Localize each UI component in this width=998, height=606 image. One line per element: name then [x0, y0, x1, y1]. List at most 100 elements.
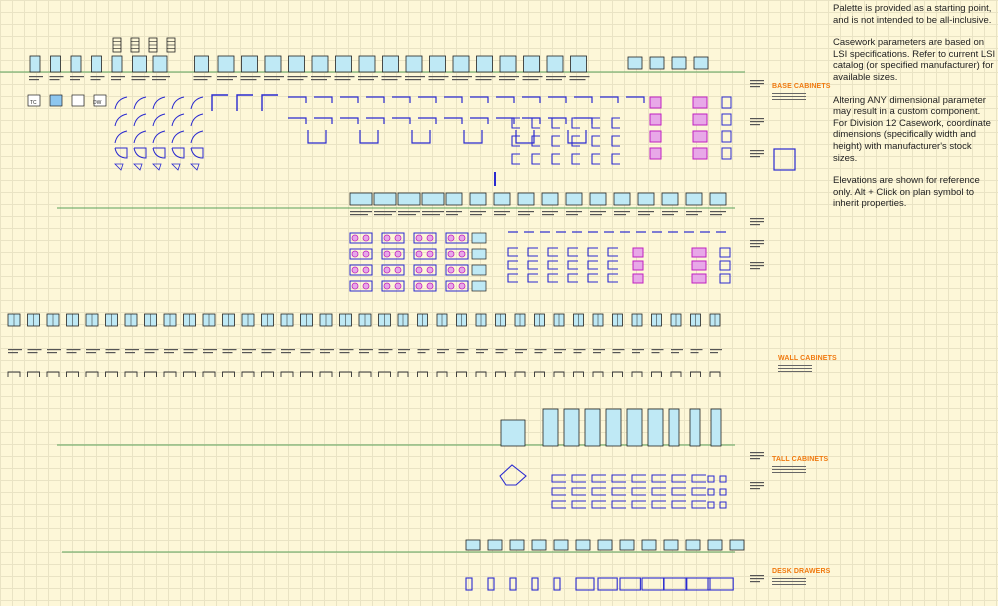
drawer-symbol	[691, 260, 707, 271]
label-text-line	[452, 76, 472, 78]
base-cabinet-elevation	[445, 192, 463, 206]
wall-cabinets-symbols[interactable]	[7, 313, 722, 377]
corner-cabinet-plan	[152, 130, 166, 144]
base-cabinets-plan-symbols[interactable]: TC DW	[27, 80, 796, 171]
note-lsi-specifications: Casework parameters are based on LSI spe…	[833, 37, 996, 83]
base-cabinet-plan	[522, 96, 541, 103]
drawer-cabinet-plan	[611, 135, 620, 147]
label-text-line	[750, 83, 764, 85]
wall-cabinet-plan	[144, 371, 157, 377]
label-text-line	[456, 349, 469, 351]
label-text-line	[518, 214, 530, 216]
label-text-line	[398, 211, 420, 213]
desk-drawers-symbols[interactable]	[465, 539, 764, 591]
drawer-cabinet-plan	[547, 247, 558, 257]
tall-cabinet-plan	[611, 487, 626, 496]
desk-drawers-label[interactable]: DESK DRAWERS	[772, 568, 830, 575]
label-text-line	[164, 349, 178, 351]
label-text-line	[475, 76, 496, 78]
label-text-line	[590, 211, 606, 213]
label-text-line	[152, 79, 166, 81]
label-text-line	[750, 488, 760, 490]
label-text-line	[111, 76, 125, 78]
tall-cabinet-plan	[591, 487, 606, 496]
tall-cabinet-elevation	[689, 408, 701, 447]
base-cabinet-plan	[719, 260, 731, 271]
label-text-line	[49, 79, 60, 81]
label-text-line	[710, 352, 718, 354]
base-cabinets-elevation-row-2[interactable]	[349, 172, 727, 216]
corner-cabinet-plan	[114, 96, 128, 110]
wall-cabinet-plan	[690, 371, 701, 377]
drawer-cabinet-plan	[571, 153, 580, 165]
label-text-line	[193, 79, 208, 81]
label-text-line	[29, 79, 39, 81]
label-text-line	[300, 349, 315, 351]
drawer-cabinet-plan	[587, 260, 598, 270]
tall-cabinets-label[interactable]: TALL CABINETS	[772, 456, 828, 463]
sink-bowl	[394, 250, 402, 258]
label-text-line	[428, 79, 445, 81]
wall-cabinet-plan	[553, 371, 565, 377]
label-text-line	[240, 76, 261, 78]
corner-cabinet-plan	[133, 130, 147, 144]
label-text-line	[131, 79, 146, 81]
label-text-line	[522, 76, 543, 78]
base-cabinet-plan	[470, 117, 489, 124]
tall-cabinets-symbols[interactable]	[499, 408, 764, 509]
wall-cabinet-plan	[241, 371, 255, 377]
label-text-line	[569, 79, 586, 81]
wall-cabinet-plan	[66, 371, 79, 377]
desk-drawer-elevation	[619, 539, 635, 551]
label-text-line	[359, 349, 373, 351]
corner-cabinet-plan	[171, 147, 185, 159]
label-text-line	[750, 150, 764, 152]
divider-mark	[494, 172, 496, 186]
tall-cabinet-plan	[691, 487, 706, 496]
desk-drawer-plan	[487, 577, 495, 591]
wall-cabinet-plan	[592, 371, 604, 377]
base-cabinet-elevation	[493, 192, 511, 206]
corner-cabinet-plan	[190, 147, 204, 159]
label-text-line	[144, 349, 159, 351]
drawer-cabinet-plan	[531, 153, 540, 165]
label-text-line	[437, 349, 449, 351]
sink-bowl	[383, 266, 391, 274]
base-cabinet-elevation	[29, 55, 41, 73]
drawer-cabinet-plan	[511, 153, 520, 165]
desk-drawer-elevation	[465, 539, 481, 551]
drawer-cabinet-plan	[587, 273, 598, 283]
label-text-line	[750, 218, 764, 220]
corner-cabinet-plan	[190, 96, 204, 110]
drawer-symbol	[692, 147, 708, 160]
label-text-line	[690, 349, 703, 351]
drawer-cabinet-plan	[507, 247, 518, 257]
sink-elevation	[471, 280, 487, 292]
label-text-line	[750, 452, 764, 454]
sink-bowl	[394, 282, 402, 290]
base-cabinet-plan	[721, 130, 732, 143]
base-cabinet-elevation	[570, 55, 587, 73]
base-cabinets-sink-plan-symbols[interactable]	[349, 218, 764, 292]
drawer-symbol	[691, 247, 707, 258]
label-text-line	[320, 352, 330, 354]
wall-cabinet-plan	[378, 371, 391, 377]
wall-cabinet-plan	[27, 371, 40, 377]
wall-cabinets-label[interactable]: WALL CABINETS	[778, 355, 837, 362]
desk-drawer-elevation	[553, 539, 569, 551]
base-cabinets-label[interactable]: BASE CABINETS	[772, 83, 830, 90]
base-cabinet-elevation	[373, 192, 397, 206]
sink-cabinet-plan	[463, 130, 483, 144]
tall-cabinet-plan	[551, 487, 566, 496]
label-text-line	[193, 76, 212, 78]
label-text-line	[750, 156, 760, 158]
sink-elevation	[471, 264, 487, 276]
label-text-line	[261, 352, 272, 354]
wall-cabinet-plan	[163, 371, 177, 377]
drawer-symbol	[692, 113, 708, 126]
tall-cabinet-elevation	[605, 408, 622, 447]
tall-cabinet-elevation	[563, 408, 580, 447]
base-cabinet-elevation	[349, 192, 373, 206]
base-cabinets-elevation-row[interactable]	[29, 37, 709, 81]
base-cabinet-elevation	[382, 55, 399, 73]
